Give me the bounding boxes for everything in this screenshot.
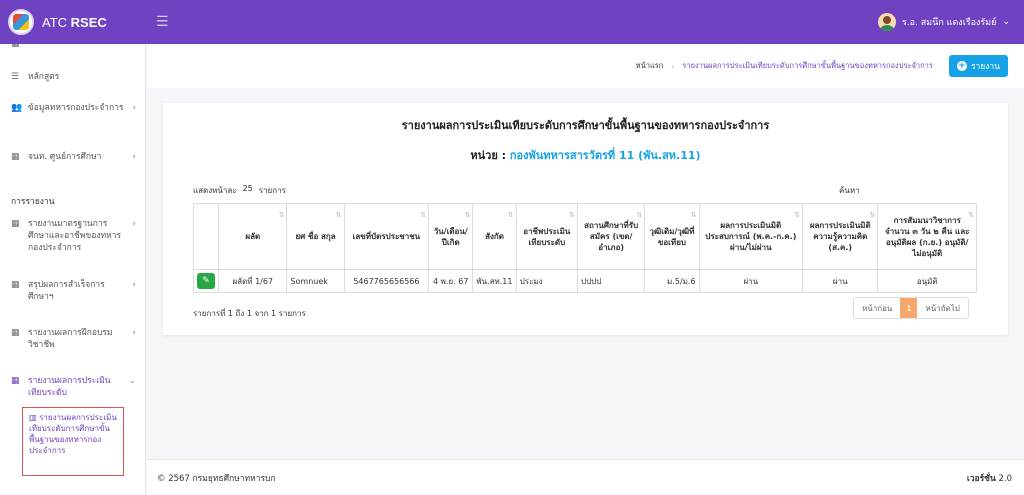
- footer: © 2567 กรมยุทธศึกษาทหารบก เวอร์ชั่น 2.0: [147, 459, 1024, 495]
- brand-text: ATC RSEC: [42, 14, 107, 30]
- breadcrumb-home[interactable]: หน้าแรก: [636, 60, 664, 72]
- pagination: หน้าก่อน 1 หน้าถัดไป: [853, 297, 969, 319]
- search-label: ค้นหา: [839, 186, 860, 195]
- sort-icon: ⇅: [636, 211, 643, 219]
- top-navbar: ATC RSEC ☰ ร.อ. สมนึก แดงเรืองรัมย์ ⌄: [0, 0, 1024, 44]
- breadcrumb: หน้าแรก › รายงานผลการประเมินเทียบระดับกา…: [147, 44, 1024, 88]
- sort-icon: ⇅: [278, 211, 285, 219]
- chevron-right-icon: ›: [132, 152, 136, 162]
- avatar: [877, 13, 896, 31]
- grid-icon: ▦: [11, 44, 20, 49]
- chevron-right-icon: ›: [132, 103, 136, 113]
- column-header[interactable]: วัน/เดือน/ปีเกิด ⇅: [428, 203, 474, 270]
- sort-icon: ⇅: [794, 211, 801, 219]
- table-cell: อนุมัติ: [877, 269, 977, 293]
- plus-circle-icon: +: [956, 61, 967, 71]
- sidebar-section-reports: การรายงาน: [11, 197, 55, 207]
- table-info: รายการที่ 1 ถึง 1 จาก 1 รายการ: [193, 309, 306, 318]
- table-cell: ผ่าน: [802, 269, 879, 293]
- grid-icon: ▦: [11, 219, 20, 229]
- app-logo-icon: [8, 9, 34, 35]
- chevron-right-icon: ›: [132, 219, 136, 229]
- grid-icon: ▦: [11, 152, 20, 162]
- column-header[interactable]: ผลการประเมินมิติประสบการณ์ (พ.ค.-ก.ค.) ผ…: [698, 203, 804, 270]
- results-table: ผลัด ⇅ ยศ ชื่อ สกุล ⇅ เลขที่บัตรประชาชน ⇅ ว…: [192, 203, 977, 293]
- prev-page-button[interactable]: หน้าก่อน: [854, 298, 900, 318]
- sidebar-item-report-assessment[interactable]: ▦ รายงานผลการประเมินเทียบระดับ ⌄: [0, 375, 145, 399]
- table-cell: พัน.สห.11: [472, 269, 517, 293]
- report-button[interactable]: + รายงาน: [948, 55, 1008, 77]
- user-menu[interactable]: ร.อ. สมนึก แดงเรืองรัมย์ ⌄: [877, 13, 1010, 31]
- sidebar-item-staff[interactable]: ▦ จนท. ศูนย์การศึกษา ›: [0, 151, 145, 163]
- page-title: รายงานผลการประเมินเทียบระดับการศึกษาขั้น…: [401, 119, 770, 132]
- column-header[interactable]: เลขที่บัตรประชาชน ⇅: [343, 203, 430, 270]
- chevron-down-icon: ⌄: [128, 376, 136, 386]
- sidebar-item-report-standard[interactable]: ▦ รายงานมาตรฐานการศึกษาและอาชีพของทหารกอง…: [0, 218, 145, 254]
- copyright: © 2567 กรมยุทธศึกษาทหารบก: [157, 473, 276, 484]
- chevron-right-icon: ›: [132, 328, 136, 338]
- unit-heading: หน่วย : กองพันทหารสารวัตรที่ 11 (พัน.สห.…: [470, 149, 701, 162]
- table-cell: Somnuek: [286, 269, 345, 293]
- sidebar-item-courses[interactable]: ☰ หลักสูตร: [0, 71, 145, 83]
- list-icon: ☰: [11, 72, 20, 82]
- sort-icon: ⇅: [690, 211, 697, 219]
- pencil-icon: ✎: [202, 276, 210, 286]
- sidebar-item-report-training[interactable]: ▦ รายงานผลการฝึกอบรมวิชาชีพ ›: [0, 327, 145, 351]
- table-header-row: ผลัด ⇅ ยศ ชื่อ สกุล ⇅ เลขที่บัตรประชาชน ⇅ ว…: [192, 203, 977, 270]
- column-header[interactable]: สถานศึกษาที่รับสมัคร (เขต/อำเภอ) ⇅: [576, 203, 646, 270]
- next-page-button[interactable]: หน้าถัดไป: [917, 298, 967, 318]
- menu-toggle-icon[interactable]: ☰: [156, 14, 169, 30]
- column-header[interactable]: การสัมมนาวิชาการจำนวน ๓ วัน ๒ คืน และอนุ…: [877, 203, 977, 270]
- table-row: ✎ ผลัดที่ 1/67 Somnuek 5467765656566 4 พ…: [192, 269, 977, 293]
- sidebar: ▦ ☰ หลักสูตร 👥 ข้อมูลทหารกองประจำการ › ▦ จน…: [0, 44, 146, 495]
- user-name: ร.อ. สมนึก แดงเรืองรัมย์: [901, 18, 997, 28]
- breadcrumb-current[interactable]: รายงานผลการประเมินเทียบระดับการศึกษาขั้น…: [682, 60, 933, 72]
- brand[interactable]: ATC RSEC: [0, 0, 146, 44]
- grid-icon: ▦: [11, 328, 20, 338]
- unit-name: กองพันทหารสารวัตรที่ 11 (พัน.สห.11): [509, 149, 701, 162]
- sidebar-item-partial[interactable]: ▦: [0, 44, 145, 50]
- table-cell: ประมง: [515, 269, 578, 293]
- version-info: เวอร์ชั่น 2.0: [966, 473, 1012, 484]
- chevron-down-icon: ⌄: [1002, 17, 1010, 27]
- sort-icon: ⇅: [968, 211, 974, 219]
- sidebar-item-report-graduation[interactable]: ▦ สรุปผลการสำเร็จการศึกษาฯ ›: [0, 279, 145, 303]
- column-header[interactable]: วุฒิเดิม/วุฒิที่ขอเทียบ ⇅: [644, 203, 700, 270]
- chart-icon: ▥: [29, 413, 37, 422]
- grid-icon: ▦: [11, 280, 20, 290]
- chevron-right-icon: ›: [132, 280, 136, 290]
- column-header[interactable]: อาชีพประเมินเทียบระดับ ⇅: [515, 203, 578, 270]
- column-action: [192, 203, 220, 270]
- table-cell: ผ่าน: [698, 269, 804, 293]
- breadcrumb-separator: ›: [671, 61, 675, 71]
- sidebar-subitem-assessment-report[interactable]: ▥ รายงานผลการประเมินเทียบระดับการศึกษาขั…: [22, 407, 124, 476]
- table-cell: ปปปป: [576, 269, 646, 293]
- column-header[interactable]: ผลการประเมินมิติความรู้ความคิด (ส.ค.) ⇅: [802, 203, 879, 270]
- page-size-select[interactable]: 25: [243, 184, 253, 197]
- sort-icon: ⇅: [569, 211, 575, 219]
- table-cell: ม.5/ม.6: [644, 269, 700, 293]
- sort-icon: ⇅: [420, 211, 427, 219]
- users-icon: 👥: [11, 103, 23, 113]
- grid-icon: ▦: [11, 376, 20, 386]
- column-header[interactable]: ยศ ชื่อ สกุล ⇅: [286, 203, 345, 270]
- sort-icon: ⇅: [464, 211, 471, 219]
- report-card: รายงานผลการประเมินเทียบระดับการศึกษาขั้น…: [163, 103, 1008, 335]
- column-header[interactable]: ผลัด ⇅: [218, 203, 288, 270]
- column-header[interactable]: สังกัด ⇅: [472, 203, 517, 270]
- table-cell: ผลัดที่ 1/67: [218, 269, 288, 293]
- page-size-control: แสดงหน้าละ 25 รายการ: [193, 184, 286, 197]
- sort-icon: ⇅: [507, 211, 514, 219]
- page-button-current[interactable]: 1: [900, 298, 918, 318]
- table-cell: 5467765656566: [343, 269, 430, 293]
- table-cell: 4 พ.ย. 67: [428, 269, 474, 293]
- sort-icon: ⇅: [869, 211, 876, 219]
- edit-button[interactable]: ✎: [197, 273, 216, 289]
- sidebar-item-soldiers[interactable]: 👥 ข้อมูลทหารกองประจำการ ›: [0, 102, 145, 114]
- sort-icon: ⇅: [335, 211, 342, 219]
